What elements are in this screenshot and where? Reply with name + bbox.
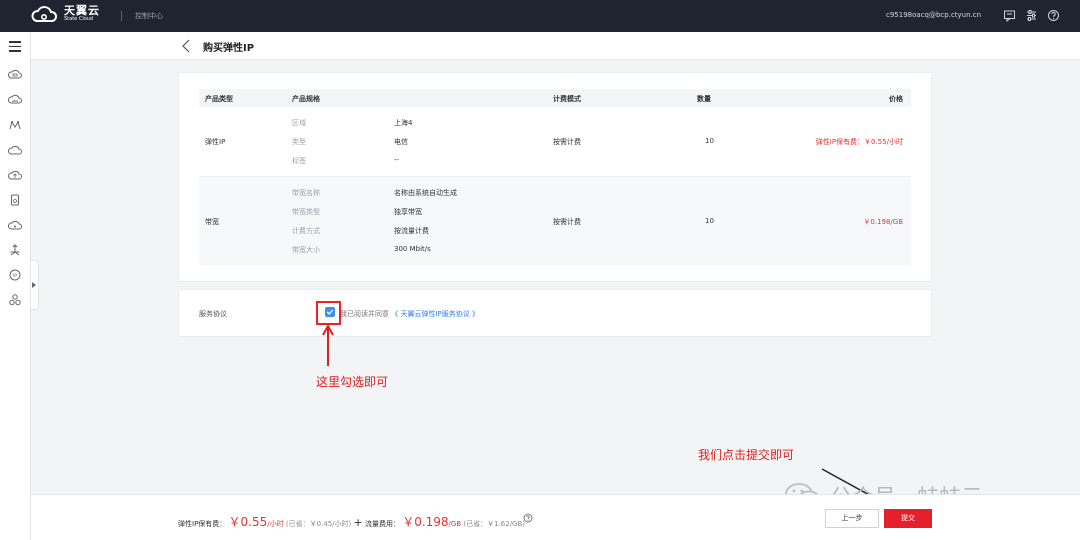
agreement-text: 我已阅读并同意 《 天翼云弹性IP服务协议 》	[340, 309, 479, 319]
check-hint-annotation: 这里勾选即可	[316, 375, 389, 389]
table-row: 弹性IP 区域 上海4 类型 电信 标签 -- 按需计费 10 弹性IP保有费：…	[199, 107, 911, 177]
header-quantity: 数量	[697, 95, 711, 103]
cloud-logo-icon	[31, 6, 58, 22]
spec-value: --	[394, 156, 400, 164]
product-type: 带宽	[205, 218, 219, 226]
console-link[interactable]: 控制中心	[135, 11, 163, 21]
spec-value: 名称由系统自动生成	[394, 189, 457, 197]
settings-sliders-icon[interactable]	[1025, 9, 1038, 22]
product-type: 弹性IP	[205, 138, 226, 146]
spec-value: 按流量计费	[394, 227, 429, 235]
fee-summary: 弹性IP保有费： ￥0.55/小时 (已省：￥0.45/小时) + 流量费用： …	[178, 513, 525, 530]
logo-cn-text: 天翼云	[64, 4, 100, 17]
spec-key: 带宽大小	[292, 246, 320, 254]
submit-button[interactable]: 提交	[884, 509, 932, 528]
traffic-fee-label: 流量费用：	[364, 520, 400, 528]
plus-sign: +	[353, 516, 363, 529]
table-header: 产品类型 产品规格 计费模式 数量 价格	[199, 89, 911, 107]
top-navigation-bar: 天翼云 State Cloud 控制中心 c95198oacq@bcp.ctyu…	[0, 0, 1080, 32]
svg-text:IP: IP	[13, 273, 17, 279]
traffic-fee-note: (已省：￥1.62/GB)	[463, 520, 526, 528]
up-arrow-icon	[322, 324, 334, 366]
billing-mode: 按需计费	[553, 218, 581, 226]
previous-step-button[interactable]: 上一步	[825, 509, 879, 528]
header-product-type: 产品类型	[205, 95, 233, 103]
traffic-fee-unit: /GB	[448, 520, 462, 528]
quantity: 10	[705, 217, 714, 225]
cloud-host-icon[interactable]	[8, 68, 22, 82]
ip-fee-note: (已省：￥0.45/小时)	[285, 520, 352, 528]
price: ￥0.198/GB	[863, 218, 903, 226]
spec-value: 独享带宽	[394, 208, 422, 216]
eip-icon[interactable]: IP	[8, 268, 22, 282]
storage-icon[interactable]	[8, 193, 22, 207]
spec-key: 带宽名称	[292, 189, 320, 197]
sidebar-collapse-toggle[interactable]	[31, 260, 39, 310]
traffic-fee-amount: ￥0.198	[402, 515, 449, 529]
table-row: 带宽 带宽名称 名称由系统自动生成 带宽类型 独享带宽 计费方式 按流量计费 带…	[199, 177, 911, 265]
cloud-icon[interactable]	[8, 143, 22, 157]
submit-hint-annotation: 我们点击提交即可	[698, 448, 795, 462]
cloud-upload-icon[interactable]	[8, 168, 22, 182]
help-circle-icon[interactable]	[1047, 9, 1060, 22]
agreement-link[interactable]: 《 天翼云弹性IP服务协议 》	[391, 310, 479, 318]
header-billing-mode: 计费模式	[553, 95, 581, 103]
header-price: 价格	[889, 95, 903, 103]
spec-key: 带宽类型	[292, 208, 320, 216]
fee-help-icon[interactable]	[523, 513, 533, 523]
load-balance-icon[interactable]	[8, 243, 22, 257]
network-icon[interactable]	[8, 118, 22, 132]
cloud-disk-icon[interactable]	[8, 93, 22, 107]
user-account[interactable]: c95198oacq@bcp.ctyun.cn	[886, 11, 981, 19]
cluster-icon[interactable]	[8, 293, 22, 307]
spec-key: 标签	[292, 157, 306, 165]
order-summary-card: 产品类型 产品规格 计费模式 数量 价格 弹性IP 区域 上海4 类型 电信 标…	[178, 72, 932, 282]
checkbox-highlight-box	[316, 301, 341, 325]
left-sidebar: IP	[0, 32, 31, 540]
agreement-label: 服务协议	[199, 310, 227, 318]
topbar-divider	[121, 11, 122, 21]
service-agreement-card: 服务协议 我已阅读并同意 《 天翼云弹性IP服务协议 》	[178, 289, 932, 337]
spec-value: 300 Mbit/s	[394, 245, 431, 253]
expand-arrow-icon	[32, 282, 36, 288]
back-arrow-icon[interactable]	[182, 39, 190, 53]
billing-mode: 按需计费	[553, 138, 581, 146]
spec-value: 上海4	[394, 119, 413, 127]
spec-key: 计费方式	[292, 227, 320, 235]
ip-fee-amount: ￥0.55	[228, 515, 268, 529]
ip-fee-label: 弹性IP保有费：	[178, 520, 227, 528]
message-icon[interactable]	[1003, 9, 1016, 22]
header-product-spec: 产品规格	[292, 95, 320, 103]
spec-value: 电信	[394, 138, 408, 146]
quantity: 10	[705, 137, 714, 145]
page-title: 购买弹性IP	[203, 43, 255, 54]
menu-icon[interactable]	[9, 41, 21, 55]
spec-key: 区域	[292, 119, 306, 127]
spec-key: 类型	[292, 138, 306, 146]
price: 弹性IP保有费：￥0.55/小时	[815, 138, 903, 146]
cloud-outline-icon[interactable]	[8, 218, 22, 232]
ctyun-logo[interactable]: 天翼云 State Cloud	[30, 4, 100, 24]
ip-fee-unit: /小时	[267, 520, 284, 528]
agreement-prefix: 我已阅读并同意	[340, 310, 389, 318]
page-header: 购买弹性IP	[31, 32, 1080, 60]
bottom-price-bar: 弹性IP保有费： ￥0.55/小时 (已省：￥0.45/小时) + 流量费用： …	[31, 494, 1080, 540]
